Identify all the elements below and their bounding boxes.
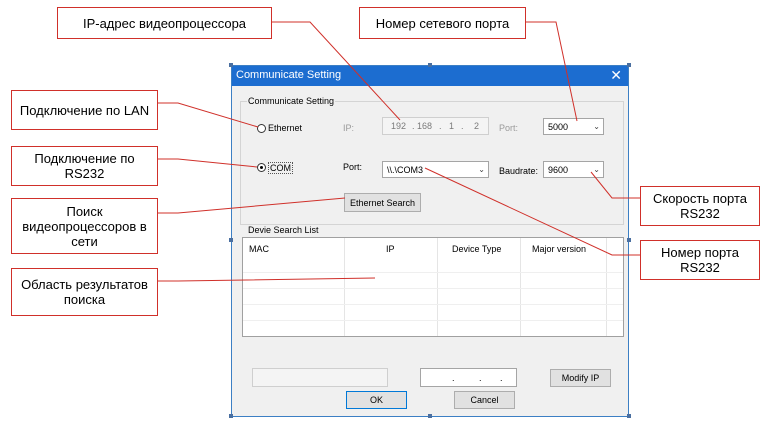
callout-port-number: Номер порта RS232 [640, 240, 760, 280]
ip-part-3: 1 [449, 121, 455, 131]
new-ip-dot-3: . [500, 373, 503, 383]
ip-part-1: 192 [391, 121, 407, 131]
list-row [243, 320, 623, 321]
resize-handle[interactable] [229, 414, 233, 418]
resize-handle[interactable] [229, 63, 233, 67]
callout-results-text: Область результатов поиска [21, 277, 148, 307]
callout-ip-address: IP-адрес видеопроцессора [57, 7, 272, 39]
ip-part-4: 2 [474, 121, 480, 131]
list-row [243, 272, 623, 273]
callout-network-port: Номер сетевого порта [359, 7, 526, 39]
search-list-label: Devie Search List [247, 225, 320, 235]
new-ip-dot-1: . [452, 373, 455, 383]
com-port-value: \\.\COM3 [387, 165, 424, 175]
callout-search-text: Поиск видеопроцессоров в сети [22, 203, 147, 249]
baud-label: Baudrate: [499, 166, 539, 176]
communicate-group-label: Communicate Setting [247, 96, 336, 106]
new-ip-dot-2: . [479, 373, 482, 383]
device-search-list[interactable]: MAC IP Device Type Major version [242, 237, 624, 337]
callout-ip-address-text: IP-адрес видеопроцессора [82, 15, 247, 31]
ethernet-label: Ethernet [268, 123, 303, 133]
callout-rs232: Подключение по RS232 [11, 146, 158, 186]
callout-port-number-text: Номер порта RS232 [661, 245, 739, 275]
list-row [243, 304, 623, 305]
chevron-down-icon: ⌄ [478, 165, 485, 174]
resize-handle[interactable] [627, 63, 631, 67]
ip-dot-2: . [439, 121, 442, 131]
resize-handle[interactable] [627, 238, 631, 242]
ip-address-field[interactable]: 192 . 168 . 1 . 2 [382, 117, 489, 135]
chevron-down-icon: ⌄ [593, 165, 600, 174]
resize-handle[interactable] [229, 238, 233, 242]
ethernet-search-button[interactable]: Ethernet Search [344, 193, 421, 212]
com-label: COM [268, 162, 293, 174]
com-port-label: Port: [343, 162, 363, 172]
status-field [252, 368, 388, 387]
eth-port-value: 5000 [548, 122, 569, 132]
callout-results: Область результатов поиска [11, 268, 158, 316]
callout-baud-speed: Скорость порта RS232 [640, 186, 760, 226]
dialog-title: Communicate Setting [236, 69, 342, 81]
col-header-device-type: Device Type [452, 244, 502, 254]
callout-search: Поиск видеопроцессоров в сети [11, 198, 158, 254]
chevron-down-icon: ⌄ [593, 122, 600, 131]
ok-button[interactable]: OK [346, 391, 407, 409]
dialog-titlebar: Communicate Setting ✕ [232, 66, 628, 86]
ethernet-radio[interactable] [257, 124, 266, 133]
ip-dot-3: . [461, 121, 464, 131]
callout-lan-text: Подключение по LAN [19, 102, 150, 118]
resize-handle[interactable] [428, 63, 432, 67]
close-icon[interactable]: ✕ [610, 67, 622, 84]
com-port-select[interactable]: \\.\COM3 ⌄ [382, 161, 489, 178]
eth-port-label: Port: [499, 123, 519, 133]
ip-label: IP: [343, 123, 355, 133]
resize-handle[interactable] [627, 414, 631, 418]
ip-part-2: 168 [417, 121, 433, 131]
cancel-button[interactable]: Cancel [454, 391, 515, 409]
resize-handle[interactable] [428, 414, 432, 418]
callout-lan: Подключение по LAN [11, 90, 158, 130]
baud-select[interactable]: 9600 ⌄ [543, 161, 604, 178]
col-header-ip: IP [386, 244, 395, 254]
modify-ip-button[interactable]: Modify IP [550, 369, 611, 387]
ip-dot-1: . [412, 121, 415, 131]
com-radio[interactable] [257, 163, 266, 172]
callout-baud-speed-text: Скорость порта RS232 [652, 191, 747, 221]
list-row [243, 288, 623, 289]
callout-rs232-text: Подключение по RS232 [34, 151, 135, 181]
col-header-mac: MAC [249, 244, 269, 254]
callout-network-port-text: Номер сетевого порта [375, 15, 510, 31]
communicate-setting-dialog: Communicate Setting ✕ Communicate Settin… [231, 65, 629, 417]
eth-port-select[interactable]: 5000 ⌄ [543, 118, 604, 135]
baud-value: 9600 [548, 165, 569, 175]
new-ip-field[interactable]: . . . [420, 368, 517, 387]
col-header-major-version: Major version [532, 244, 587, 254]
